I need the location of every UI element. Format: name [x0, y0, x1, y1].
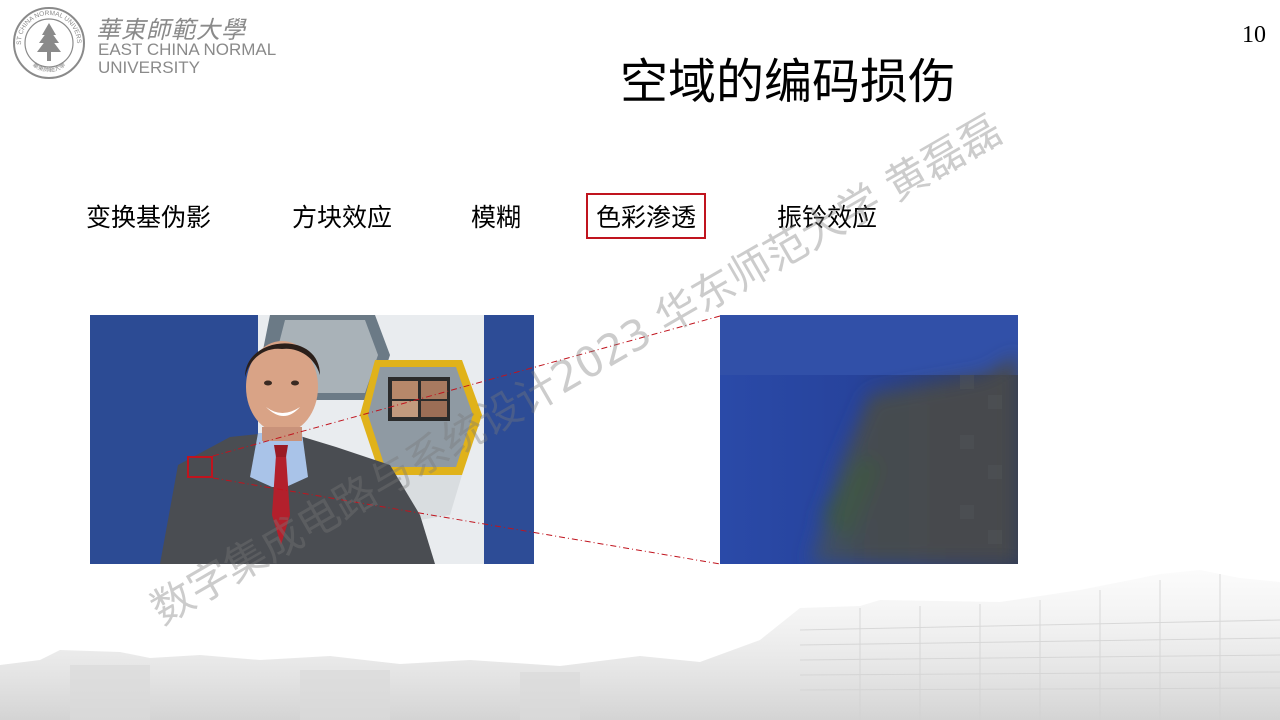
university-name-english-line1: EAST CHINA NORMAL: [98, 40, 277, 59]
category-blurring: 模糊: [471, 203, 522, 232]
university-logo: EAST CHINA NORMAL UNIVERSITY 華東師範大學 華東師範…: [12, 6, 302, 82]
seal-bottom-text: 華東師範大學: [31, 61, 67, 74]
svg-text:華東師範大學: 華東師範大學: [31, 61, 67, 74]
zoomed-crop-image: [720, 315, 1018, 564]
region-of-interest-box: [187, 456, 213, 478]
page-number: 10: [1242, 22, 1266, 48]
background-building-silhouette: [0, 570, 1280, 720]
news-anchor-photo: [90, 315, 534, 564]
university-name-english-line2: UNIVERSITY: [98, 58, 201, 77]
slide-title: 空域的编码损伤: [619, 54, 956, 110]
category-blocking: 方块效应: [292, 203, 393, 232]
category-basis-artifact: 变换基伪影: [86, 203, 212, 232]
university-seal-icon: EAST CHINA NORMAL UNIVERSITY 華東師範大學: [12, 6, 85, 79]
category-color-bleeding-highlighted: 色彩渗透: [586, 193, 707, 239]
category-ringing: 振铃效应: [777, 203, 878, 232]
